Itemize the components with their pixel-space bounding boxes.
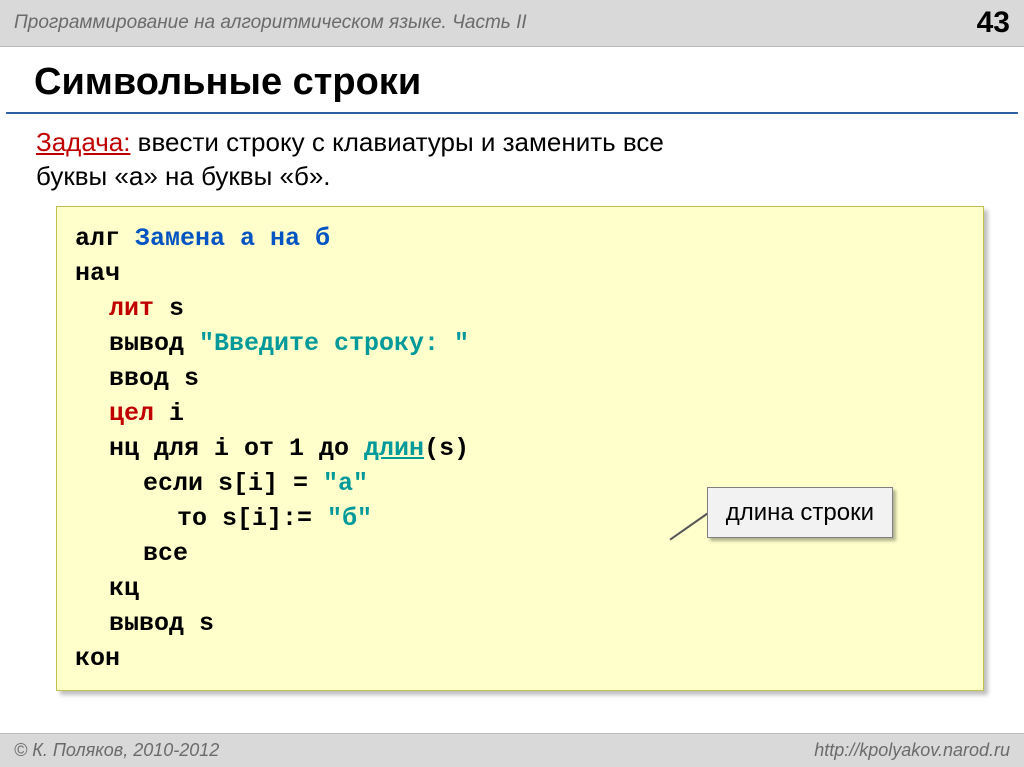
task-text-1: ввести строку с клавиатуры и заменить вс… xyxy=(130,127,663,157)
footer-url: http://kpolyakov.narod.ru xyxy=(814,740,1010,761)
task-description: Задача: ввести строку с клавиатуры и зам… xyxy=(0,126,1024,194)
footer-copyright: © К. Поляков, 2010-2012 xyxy=(14,740,219,761)
code-line-1: алг Замена а на б xyxy=(75,221,965,256)
code-line-3: лит s xyxy=(75,291,965,326)
header-bar: Программирование на алгоритмическом язык… xyxy=(0,0,1024,47)
code-line-7: нц для i от 1 до длин(s) xyxy=(75,431,965,466)
code-line-13: кон xyxy=(75,641,965,676)
code-line-5: ввод s xyxy=(75,361,965,396)
slide-title: Символьные строки xyxy=(6,47,1018,114)
code-line-12: вывод s xyxy=(75,606,965,641)
page-number: 43 xyxy=(977,6,1010,40)
code-box: алг Замена а на б нач лит s вывод "Введи… xyxy=(56,206,984,691)
task-label: Задача: xyxy=(36,127,130,157)
code-line-4: вывод "Введите строку: " xyxy=(75,326,965,361)
code-line-10: все xyxy=(75,536,965,571)
code-line-2: нач xyxy=(75,256,965,291)
task-text-2: буквы «а» на буквы «б». xyxy=(36,161,331,191)
header-title: Программирование на алгоритмическом язык… xyxy=(14,12,527,34)
code-line-11: кц xyxy=(75,571,965,606)
code-line-6: цел i xyxy=(75,396,965,431)
footer-bar: © К. Поляков, 2010-2012 http://kpolyakov… xyxy=(0,733,1024,767)
callout-box: длина строки xyxy=(707,487,893,539)
